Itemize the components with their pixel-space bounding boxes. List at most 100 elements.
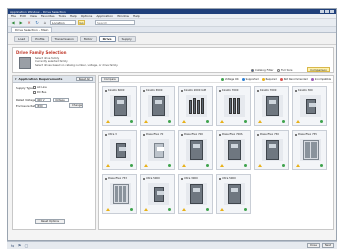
warning-icon [106, 120, 110, 123]
checkbox-icon[interactable] [181, 133, 183, 136]
page-icon[interactable]: ▢ [24, 243, 29, 248]
requirements-header: ▾ Application Requirements Reset All [13, 76, 95, 83]
drive-card[interactable]: PowerFlex 70 [140, 130, 175, 170]
checkbox-icon[interactable] [257, 133, 259, 136]
drive-card[interactable]: PowerFlex 700S [216, 130, 251, 170]
tab-main[interactable]: Drive Selection – Main [11, 27, 53, 32]
ok-status-icon [282, 120, 285, 123]
checkbox-icon[interactable] [295, 133, 297, 136]
go-button[interactable]: Go [78, 20, 85, 25]
forward-button[interactable]: ▶ [18, 20, 24, 26]
checkbox-icon[interactable] [219, 89, 221, 92]
enclosure-input[interactable]: IP20 [35, 104, 47, 108]
enclosure-change-button[interactable]: Change [69, 103, 83, 108]
menu-item-application[interactable]: Application [96, 14, 113, 18]
checkbox-icon[interactable] [181, 89, 183, 92]
close-dialog-button[interactable]: Close [306, 243, 320, 248]
card-title: PowerFlex 700 [181, 133, 203, 136]
drive-card[interactable]: Kinetix 7000 [254, 86, 289, 126]
checkbox-icon[interactable] [181, 177, 183, 180]
wizard-step-drive[interactable]: Drive [98, 35, 116, 42]
checkbox-icon[interactable] [143, 177, 145, 180]
menu-item-tools[interactable]: Tools [59, 14, 66, 18]
checkbox-icon[interactable] [219, 133, 221, 136]
back-button[interactable]: ◀ [10, 20, 16, 26]
card-title: PowerFlex 753 [105, 177, 127, 180]
drive-card[interactable]: Kinetix 2000 IAM [178, 86, 213, 126]
menu-item-file[interactable]: File [11, 14, 16, 18]
menu-item-view[interactable]: View [30, 14, 37, 18]
checkbox-icon[interactable] [143, 89, 145, 92]
drive-cabinet-icon [300, 139, 321, 161]
home-button[interactable]: ⌂ [42, 20, 48, 26]
checkbox-icon[interactable] [295, 89, 297, 92]
drive-card[interactable]: Ultra 5000 [140, 174, 175, 214]
drive-card[interactable]: Kinetix 7000 [216, 86, 251, 126]
reset-all-button[interactable]: Reset All [75, 77, 93, 81]
checkbox-icon[interactable] [105, 133, 107, 136]
checkbox-icon[interactable] [105, 89, 107, 92]
drive-card[interactable]: Ultra 5000 [216, 174, 251, 214]
wizard-step-motor[interactable]: Motor [79, 35, 97, 42]
supply-option-label: AC Line [37, 86, 47, 89]
search-input[interactable]: Search [95, 20, 135, 25]
menu-item-help[interactable]: Help [70, 14, 77, 18]
supply-type-label: Supply Type [16, 86, 33, 90]
stop-button[interactable]: ✕ [26, 20, 32, 26]
catalog-filter-radio[interactable]: Catalog Filter [251, 68, 274, 72]
drive-card[interactable]: Kinetix 6500 [140, 86, 175, 126]
wizard-step-profile[interactable]: Profile [31, 35, 49, 42]
card-title: PowerFlex 70 [143, 133, 163, 136]
menu-item-favorites[interactable]: Favorites [41, 14, 55, 18]
card-title: Kinetix 6500 [143, 89, 162, 92]
drive-family-panel: Compare Voltage OK Supported Required No… [98, 75, 334, 230]
refresh-button[interactable]: ↻ [34, 20, 40, 26]
card-title: Kinetix 6000 [105, 89, 124, 92]
drive-card[interactable]: PowerFlex 755 [292, 130, 327, 170]
rated-voltage-input[interactable]: 400 V [35, 98, 51, 102]
rated-voltage-select[interactable]: Voltage [53, 98, 69, 102]
wizard-step-load[interactable]: Load [14, 35, 30, 42]
menu-item-window[interactable]: Window [117, 14, 129, 18]
warning-icon [106, 208, 110, 211]
warning-icon [182, 208, 186, 211]
drive-tall-icon [224, 183, 245, 205]
drive-card[interactable]: Ultra 3000 [178, 174, 213, 214]
drive-card[interactable]: PowerFlex 700 [178, 130, 213, 170]
close-button[interactable] [330, 10, 334, 13]
next-button[interactable]: Next [321, 243, 334, 248]
checkbox-icon [33, 86, 36, 89]
checkbox-icon[interactable] [105, 177, 107, 180]
menu-item-help-2[interactable]: Help [133, 14, 140, 18]
maximize-button[interactable] [325, 10, 329, 13]
banner-desc-line: Select drives based on catalog number, v… [35, 63, 119, 67]
drive-light-icon [148, 139, 169, 161]
drive-card[interactable]: Kinetix 300 [292, 86, 327, 126]
supply-option-dc[interactable]: DC Bus [33, 91, 46, 94]
network-icon[interactable]: ⇆ [10, 243, 15, 248]
legend-label: Supported [245, 77, 259, 81]
address-field[interactable]: Location [50, 20, 76, 25]
wizard-step-supply[interactable]: Supply [117, 35, 136, 42]
checkbox-icon[interactable] [143, 133, 145, 136]
full-size-radio[interactable]: Full Size [277, 68, 292, 72]
checkbox-icon[interactable] [257, 89, 259, 92]
menu-item-options[interactable]: Options [81, 14, 93, 18]
card-title-text: Kinetix 6500 [146, 89, 163, 92]
flag-icon[interactable]: ⚑ [17, 243, 22, 248]
drive-card[interactable]: Ultra 3 [102, 130, 137, 170]
menu-item-edit[interactable]: Edit [20, 14, 26, 18]
checkbox-icon[interactable] [219, 177, 221, 180]
drive-card[interactable]: PowerFlex 753 [102, 174, 137, 214]
card-title-text: Kinetix 300 [298, 89, 313, 92]
supply-option-ac[interactable]: AC Line [33, 86, 47, 89]
comparison-button[interactable]: Comparison [307, 67, 330, 72]
drive-card[interactable]: Kinetix 6000 [102, 86, 137, 126]
wizard-step-transmission[interactable]: Transmission [50, 35, 78, 42]
minimize-button[interactable] [320, 10, 324, 13]
drive-card[interactable]: PowerFlex 750 [254, 130, 289, 170]
reset-options-button[interactable]: Reset Options [35, 219, 65, 224]
collapse-icon[interactable]: ▾ [15, 77, 17, 81]
drive-small-icon [148, 183, 169, 205]
compare-button[interactable]: Compare [101, 76, 119, 82]
